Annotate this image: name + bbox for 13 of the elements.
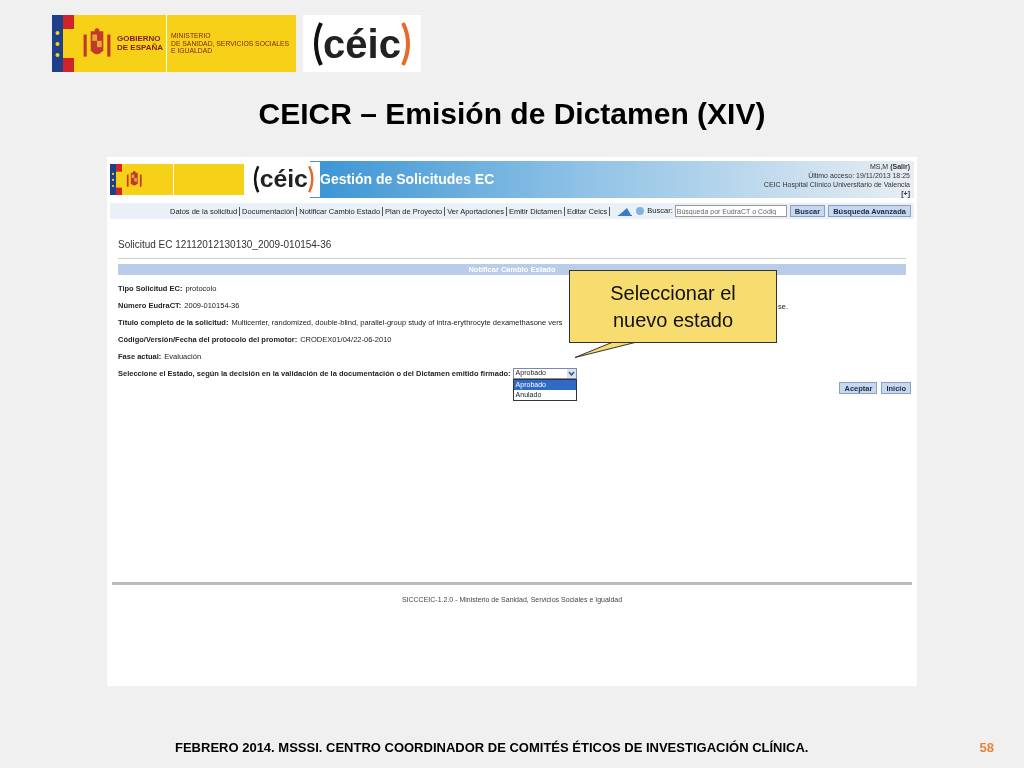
chevron-down-icon (566, 369, 576, 378)
coat-of-arms-icon (82, 27, 112, 60)
ceic-logo: céic (303, 15, 421, 72)
slide-title: CEICR – Emisión de Dictamen (XIV) (258, 95, 766, 132)
callout-tail (575, 342, 637, 358)
coat-of-arms-icon (126, 170, 143, 189)
help-icon[interactable] (636, 207, 645, 215)
government-name: GOBIERNO DE ESPAÑA (117, 34, 164, 53)
triangle-icon[interactable] (618, 206, 633, 216)
app-title: Gestión de Solicitudes EC (320, 170, 495, 189)
slide-footer: FEBRERO 2014. MSSSI. CENTRO COORDINADOR DE COMITÉS ÉTICOS DE INVESTIGACIÓN CLÍNICA. (175, 738, 809, 758)
request-title: Solicitud EC 12112012130130_2009-010154-36 (118, 239, 332, 250)
page-number: 58 (979, 739, 994, 757)
